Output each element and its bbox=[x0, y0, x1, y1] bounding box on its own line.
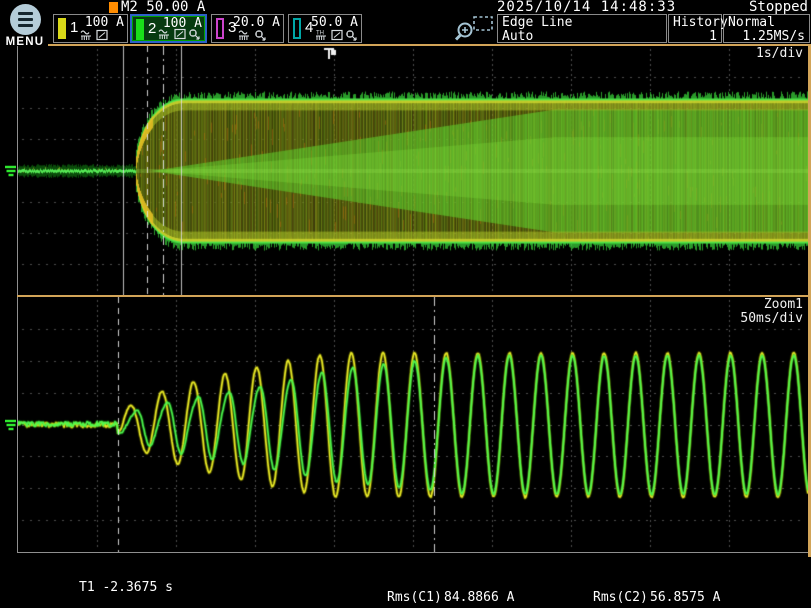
rms-c1-value: 84.8866 A bbox=[444, 590, 514, 605]
datetime-label: 2025/10/14 14:48:33 bbox=[497, 0, 676, 14]
cursor-t1-readout: T1 -2.3675 s bbox=[79, 581, 173, 594]
trigger-mode: Auto bbox=[502, 30, 533, 43]
history-value: 1 bbox=[709, 30, 717, 43]
rms-c2-label: Rms(C2) bbox=[593, 590, 648, 605]
run-status-badge: Stopped bbox=[749, 0, 808, 14]
sample-rate: 1.25MS/s bbox=[742, 30, 805, 43]
ac-coupling-icon bbox=[158, 28, 172, 40]
probe-setup-icon bbox=[345, 29, 358, 41]
menu-icon bbox=[18, 12, 33, 15]
thermocouple-coupling-icon: TH bbox=[315, 29, 329, 41]
zoom-search-icon[interactable] bbox=[452, 15, 496, 43]
channel-4-box[interactable]: 4 50.0 A TH bbox=[288, 14, 362, 43]
window-display-icon bbox=[174, 28, 186, 40]
acquisition-mode: Normal bbox=[728, 16, 775, 29]
probe-setup-icon bbox=[254, 29, 267, 41]
channel-3-scale: 20.0 A bbox=[233, 16, 280, 29]
zoom1-title: Zoom1 bbox=[764, 298, 803, 312]
channel-1-color-bar bbox=[58, 18, 66, 39]
channel-ground-marker-zoom[interactable] bbox=[2, 417, 17, 433]
channel-2-number: 2 bbox=[148, 21, 156, 36]
channel-1-scale: 100 A bbox=[85, 16, 124, 29]
menu-button[interactable] bbox=[10, 4, 41, 35]
window-display-icon bbox=[96, 29, 108, 41]
main-waveform-display[interactable] bbox=[18, 46, 808, 295]
history-label: History bbox=[673, 16, 728, 29]
trigger-type: Edge Line bbox=[502, 16, 572, 29]
zoom1-timebase-label: 50ms/div bbox=[740, 312, 803, 326]
channel-4-color-bar bbox=[293, 18, 301, 39]
channel-3-color-bar bbox=[216, 18, 224, 39]
zoom1-waveform-display[interactable] bbox=[18, 297, 808, 552]
acquisition-box[interactable]: Normal 1.25MS/s bbox=[723, 14, 810, 43]
math2-scale-label: M2 50.00 A bbox=[121, 0, 205, 14]
math2-color-swatch bbox=[109, 2, 118, 13]
channel-2-color-bar bbox=[136, 19, 144, 40]
history-box[interactable]: History 1 bbox=[668, 14, 722, 43]
rms-c2-value: 56.8575 A bbox=[650, 590, 720, 605]
channel-4-scale: 50.0 A bbox=[311, 16, 358, 29]
rms-c1-label: Rms(C1) bbox=[387, 590, 442, 605]
window-display-icon bbox=[331, 29, 343, 41]
probe-setup-icon bbox=[188, 28, 201, 40]
channel-2-box[interactable]: 2 100 A bbox=[130, 14, 207, 43]
channel-1-number: 1 bbox=[70, 20, 78, 35]
channel-ground-marker-main[interactable] bbox=[2, 163, 17, 179]
cursor-readout: T1 -2.3675 s T2 -2.1675 s V1 -11 A V2 -1… bbox=[79, 554, 173, 608]
ac-coupling-icon bbox=[238, 29, 252, 41]
oscilloscope-screen: MENU M2 50.00 A 2025/10/14 14:48:33 Stop… bbox=[0, 0, 811, 608]
channel-1-box[interactable]: 1 100 A bbox=[53, 14, 128, 43]
channel-3-box[interactable]: 3 20.0 A bbox=[211, 14, 284, 43]
ac-coupling-icon bbox=[80, 29, 94, 41]
zoom-window-bottom-border bbox=[17, 552, 808, 553]
main-timebase-label: 1s/div bbox=[756, 47, 803, 61]
trigger-settings-box[interactable]: Edge Line Auto bbox=[497, 14, 667, 43]
